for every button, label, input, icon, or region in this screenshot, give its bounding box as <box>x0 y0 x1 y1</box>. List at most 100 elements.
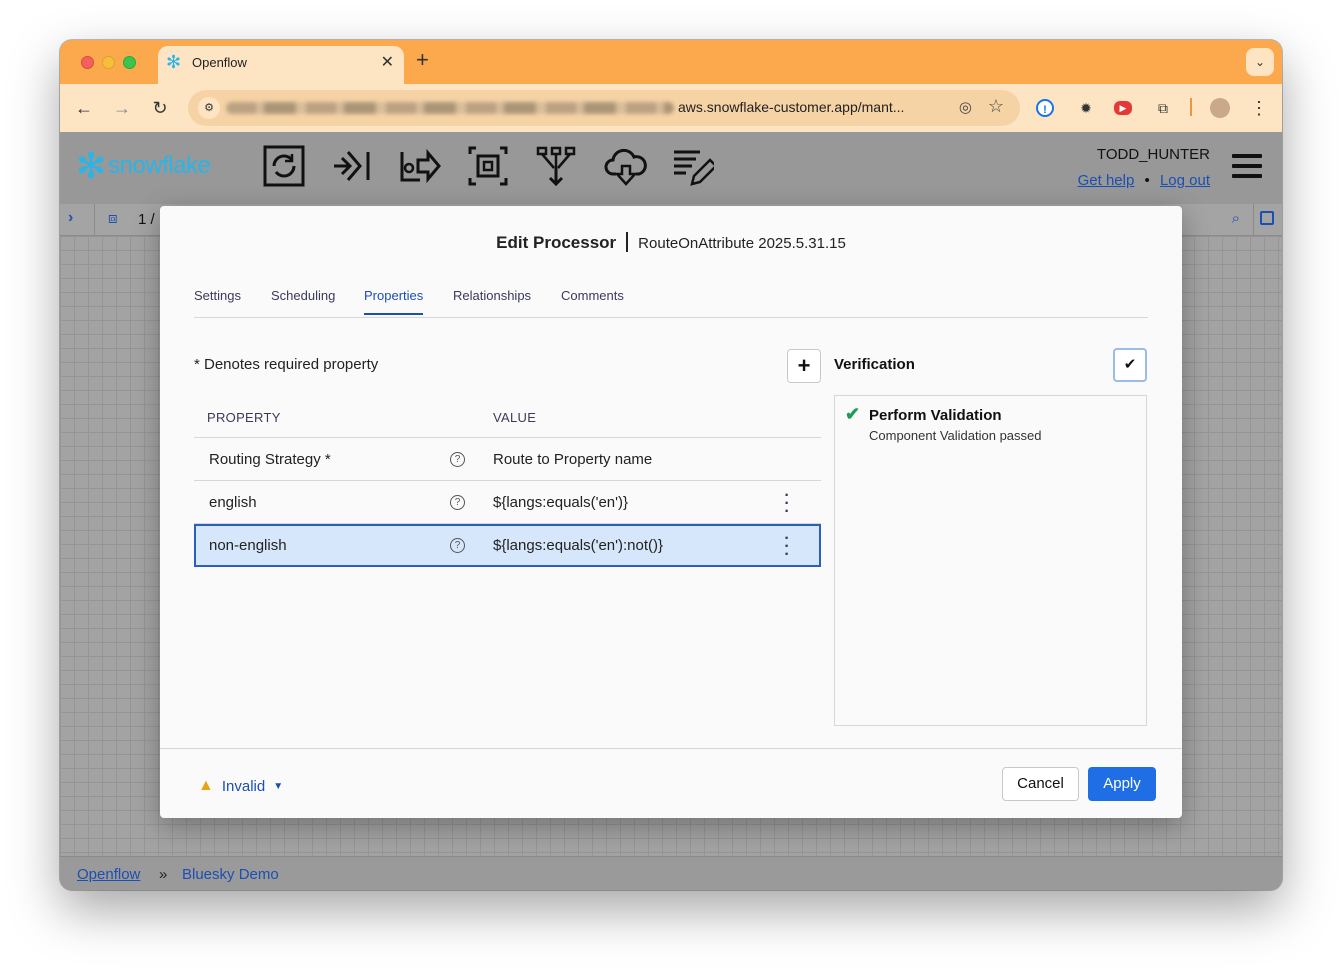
title-divider <box>626 232 629 252</box>
password-manager-extension-icon[interactable]: ! <box>1036 99 1054 117</box>
address-bar[interactable]: ⚙ aws.snowflake-customer.app/mant... ◎ ☆ <box>188 90 1020 126</box>
close-window-button[interactable] <box>81 56 94 69</box>
property-name: Routing Strategy * <box>209 451 331 468</box>
forward-arrow-icon[interactable]: → <box>110 96 134 120</box>
hamburger-menu-icon[interactable] <box>1232 154 1262 178</box>
breadcrumb: Openflow » Bluesky Demo <box>60 856 1282 890</box>
logo-text: snowflake <box>108 152 211 179</box>
process-group-tool-icon[interactable] <box>466 144 510 188</box>
input-port-tool-icon[interactable] <box>330 144 374 188</box>
property-value[interactable]: ${langs:equals('en')} <box>493 494 628 511</box>
new-tab-button[interactable]: + <box>416 49 429 71</box>
panel-toggle-icon[interactable] <box>1260 211 1274 225</box>
table-row[interactable]: Routing Strategy * ? Route to Property n… <box>194 438 821 481</box>
table-header: PROPERTY VALUE <box>194 398 821 438</box>
group-count: 1 / <box>138 211 155 228</box>
tab-scheduling[interactable]: Scheduling <box>271 288 335 313</box>
search-icon[interactable]: ⌕ <box>1232 210 1240 227</box>
video-extension-icon[interactable]: ▶ <box>1114 101 1132 115</box>
maximize-window-button[interactable] <box>123 56 136 69</box>
verification-title: Verification <box>834 356 915 373</box>
site-settings-icon[interactable]: ⚙ <box>198 97 220 119</box>
funnel-tool-icon[interactable] <box>534 144 578 188</box>
url-text: aws.snowflake-customer.app/mant... <box>678 99 905 115</box>
row-menu-kebab-icon[interactable]: · · · <box>783 488 791 520</box>
browser-toolbar: ← → ↻ ⚙ aws.snowflake-customer.app/mant.… <box>60 84 1282 132</box>
property-value[interactable]: Route to Property name <box>493 451 652 468</box>
help-question-icon[interactable]: ? <box>450 495 465 510</box>
sun-extension-icon[interactable]: ✹ <box>1075 97 1097 119</box>
back-arrow-icon[interactable]: ← <box>72 96 96 120</box>
success-check-icon: ✔ <box>845 404 861 424</box>
breadcrumb-separator: » <box>159 866 168 883</box>
toolbar-divider <box>1190 98 1192 116</box>
blurred-url-segment <box>226 102 674 114</box>
browser-tab-bar: ✻ Openflow ✕ + ⌄ <box>60 40 1282 84</box>
tab-comments[interactable]: Comments <box>561 288 624 313</box>
output-port-tool-icon[interactable] <box>398 144 442 188</box>
browser-tab[interactable]: ✻ Openflow ✕ <box>158 46 404 84</box>
validation-status-dropdown[interactable]: ▲ Invalid ▼ <box>198 777 283 795</box>
verification-panel: ✔ Perform Validation Component Validatio… <box>834 395 1147 726</box>
log-out-link[interactable]: Log out <box>1160 172 1210 189</box>
cancel-button[interactable]: Cancel <box>1002 767 1079 801</box>
help-question-icon[interactable]: ? <box>450 538 465 553</box>
breadcrumb-root-link[interactable]: Openflow <box>77 866 140 883</box>
app-header: ✻ snowflake TODD_HUNTER Get help • Log o… <box>60 132 1282 204</box>
tab-properties[interactable]: Properties <box>364 288 424 315</box>
table-row-selected[interactable]: non-english ? ${langs:equals('en'):not()… <box>194 524 821 567</box>
edit-processor-dialog: Edit Processor RouteOnAttribute 2025.5.31… <box>160 206 1182 818</box>
dialog-tabs: Settings Scheduling Properties Relations… <box>194 288 1148 318</box>
property-name: non-english <box>209 537 287 554</box>
browser-window: ✻ Openflow ✕ + ⌄ ← → ↻ ⚙ aws.snowflake-c… <box>60 40 1282 890</box>
caret-down-icon: ▼ <box>273 780 284 792</box>
tab-search-chevron-icon[interactable]: ⌄ <box>1246 48 1274 76</box>
checkmark-icon: ✔ <box>1123 356 1137 373</box>
snowflake-logo[interactable]: ✻ snowflake <box>76 145 211 186</box>
link-separator: • <box>1144 172 1150 189</box>
label-pencil-tool-icon[interactable] <box>670 144 718 188</box>
snowflake-favicon-icon: ✻ <box>166 52 182 72</box>
tab-settings[interactable]: Settings <box>194 288 241 313</box>
row-menu-kebab-icon[interactable]: · · · <box>783 531 791 563</box>
close-tab-icon[interactable]: ✕ <box>381 52 394 72</box>
property-value[interactable]: ${langs:equals('en'):not()} <box>493 537 663 554</box>
process-groups-icon: ⧈ <box>108 210 118 227</box>
processor-tool-icon[interactable] <box>262 144 306 188</box>
validation-status-label: Invalid <box>221 777 266 795</box>
help-question-icon[interactable]: ? <box>450 452 465 467</box>
table-row[interactable]: english ? ${langs:equals('en')} · · · <box>194 481 821 524</box>
get-help-link[interactable]: Get help <box>1078 172 1135 189</box>
cloud-download-tool-icon[interactable] <box>604 144 648 188</box>
toolbar-divider <box>94 204 95 236</box>
verify-button[interactable]: ✔ <box>1113 348 1147 382</box>
properties-table: PROPERTY VALUE Routing Strategy * ? Rout… <box>194 398 821 567</box>
eye-slash-icon[interactable]: ◎ <box>959 98 972 116</box>
user-name: TODD_HUNTER <box>1096 146 1210 163</box>
expand-panel-chevron-icon[interactable]: › <box>68 209 73 227</box>
toolbar-divider <box>1253 204 1254 236</box>
tab-relationships[interactable]: Relationships <box>453 288 531 313</box>
user-links: Get help • Log out <box>1078 172 1210 189</box>
bookmark-star-icon[interactable]: ☆ <box>988 96 1004 117</box>
column-header-property: PROPERTY <box>207 410 281 425</box>
dialog-title-text: Edit Processor <box>496 233 617 252</box>
property-name: english <box>209 494 257 511</box>
snowflake-logo-icon: ✻ <box>76 145 107 186</box>
apply-button[interactable]: Apply <box>1088 767 1156 801</box>
dialog-subtitle: RouteOnAttribute 2025.5.31.15 <box>638 235 846 252</box>
dialog-title: Edit Processor RouteOnAttribute 2025.5.31… <box>160 232 1182 253</box>
dialog-footer: ▲ Invalid ▼ Cancel Apply <box>160 748 1182 818</box>
browser-menu-kebab-icon[interactable]: ⋮ <box>1248 97 1270 119</box>
add-property-button[interactable]: + <box>787 349 821 383</box>
reload-icon[interactable]: ↻ <box>148 96 172 120</box>
warning-icon: ▲ <box>198 777 214 794</box>
required-property-note: * Denotes required property <box>194 356 379 373</box>
extensions-puzzle-icon[interactable]: ⧉ <box>1152 97 1174 119</box>
profile-avatar[interactable] <box>1210 98 1230 118</box>
tab-title: Openflow <box>192 55 247 70</box>
column-header-value: VALUE <box>493 410 537 425</box>
minimize-window-button[interactable] <box>102 56 115 69</box>
verification-detail: Component Validation passed <box>869 428 1042 443</box>
breadcrumb-current[interactable]: Bluesky Demo <box>182 866 279 883</box>
